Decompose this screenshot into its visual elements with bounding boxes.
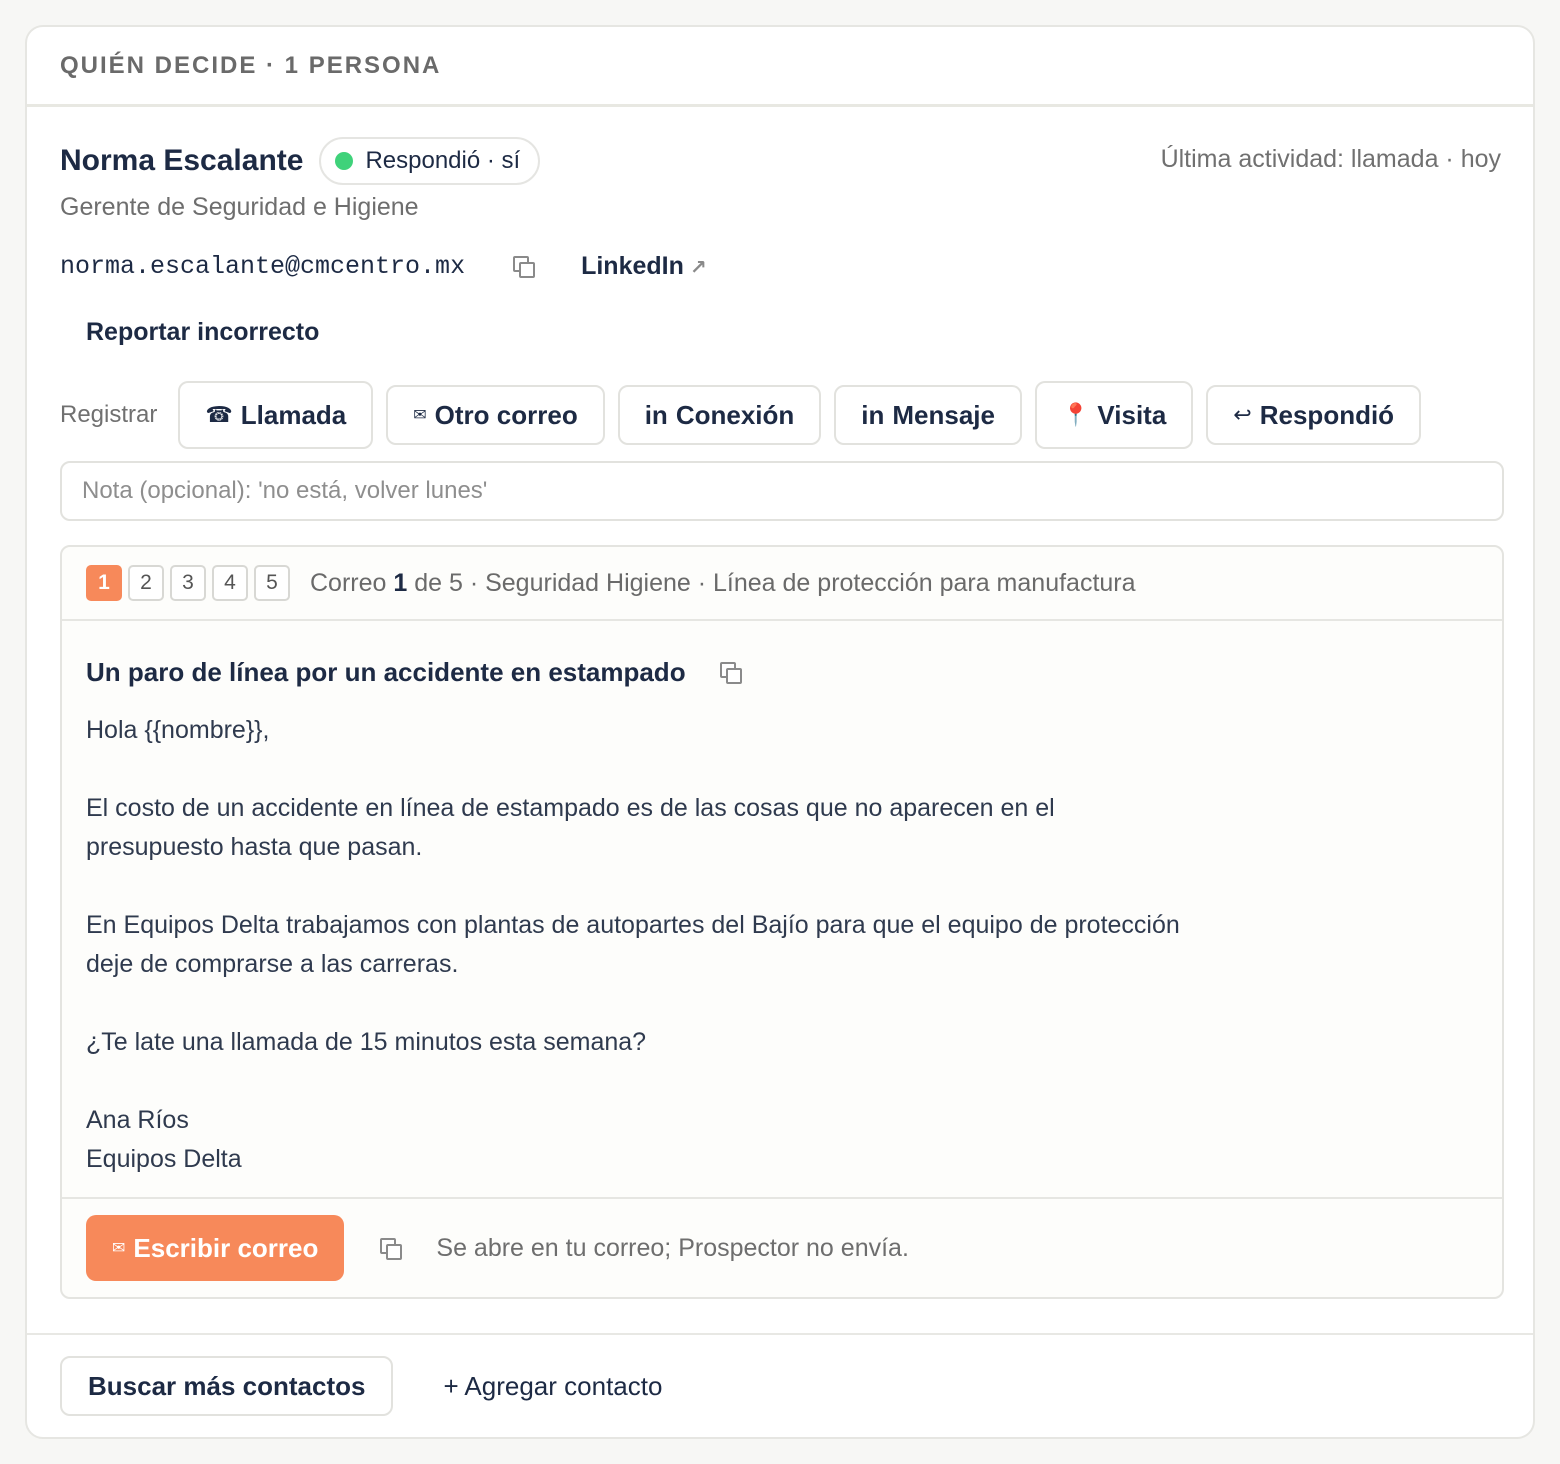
register-replied-label: Respondió <box>1259 399 1395 430</box>
contact-links-row: norma.escalante@cmcentro.mx LinkedIn ↗ <box>60 246 1500 286</box>
register-message-label: Mensaje <box>892 399 995 430</box>
sequence-prefix: Correo <box>310 568 387 597</box>
subject-row: Un paro de línea por un accidente en est… <box>86 655 1478 689</box>
sequence-current: 1 <box>393 568 408 597</box>
last-activity: Última actividad: llamada · hoy <box>1160 145 1501 173</box>
sequence-suffix: de 5 · Seguridad Higiene · Línea de prot… <box>414 568 1136 597</box>
report-incorrect-button[interactable]: Reportar incorrecto <box>86 318 319 347</box>
decision-maker-card: QUIÉN DECIDE · 1 PERSONA Norma Escalante… <box>25 25 1535 1439</box>
find-more-contacts-button[interactable]: Buscar más contactos <box>60 1356 394 1416</box>
write-email-button[interactable]: ✉ Escribir correo <box>86 1215 345 1281</box>
contact-name: Norma Escalante <box>60 144 304 177</box>
section-header: QUIÉN DECIDE · 1 PERSONA <box>27 27 1533 107</box>
email-sequence-panel: 1 2 3 4 5 Correo 1 de 5 · Seguridad Higi… <box>60 545 1504 1299</box>
email-actions: ✉ Escribir correo Se abre en tu correo; … <box>62 1197 1502 1297</box>
linkedin-link[interactable]: LinkedIn ↗ <box>581 252 707 281</box>
sequence-label: Correo 1 de 5 · Seguridad Higiene · Líne… <box>310 569 1136 598</box>
register-label: Registrar <box>60 401 158 428</box>
register-visit-label: Visita <box>1097 399 1167 430</box>
copy-email-icon[interactable] <box>513 256 536 278</box>
linkedin-icon: in <box>644 399 668 430</box>
register-row: Registrar ☎ Llamada ✉ Otro correo in Con… <box>60 381 1500 449</box>
status-badge: Respondió · sí <box>319 137 541 185</box>
reply-icon: ↩ <box>1233 402 1252 427</box>
linkedin-label: LinkedIn <box>581 251 684 280</box>
copy-subject-icon[interactable] <box>719 662 742 684</box>
email-footer-note: Se abre en tu correo; Prospector no enví… <box>436 1233 909 1262</box>
register-message-button[interactable]: in Mensaje <box>834 385 1022 445</box>
step-3-button[interactable]: 3 <box>170 565 206 601</box>
register-replied-button[interactable]: ↩ Respondió <box>1206 385 1422 445</box>
register-other-email-button[interactable]: ✉ Otro correo <box>386 385 605 445</box>
register-connection-label: Conexión <box>675 399 795 430</box>
step-1-button[interactable]: 1 <box>86 565 122 601</box>
register-call-label: Llamada <box>240 399 347 430</box>
register-call-button[interactable]: ☎ Llamada <box>178 381 374 449</box>
card-footer: Buscar más contactos + Agregar contacto <box>27 1333 1533 1437</box>
contact-email: norma.escalante@cmcentro.mx <box>60 251 466 281</box>
section-title: QUIÉN DECIDE · 1 PERSONA <box>60 51 442 79</box>
note-input[interactable] <box>60 461 1504 521</box>
copy-email-body-icon[interactable] <box>380 1238 403 1260</box>
mail-icon: ✉ <box>413 407 427 424</box>
email-content: Un paro de línea por un accidente en est… <box>62 621 1502 1179</box>
email-sequence-header: 1 2 3 4 5 Correo 1 de 5 · Seguridad Higi… <box>62 547 1502 621</box>
status-label: Respondió · sí <box>365 147 521 174</box>
email-body: Hola {{nombre}}, El costo de un accident… <box>86 716 1180 1173</box>
pin-icon: 📍 <box>1061 402 1090 427</box>
status-dot-icon <box>335 152 354 170</box>
step-4-button[interactable]: 4 <box>212 565 248 601</box>
add-contact-button[interactable]: + Agregar contacto <box>443 1371 662 1402</box>
external-link-icon: ↗ <box>689 256 707 279</box>
register-visit-button[interactable]: 📍 Visita <box>1034 381 1194 449</box>
email-subject: Un paro de línea por un accidente en est… <box>86 656 686 687</box>
linkedin-icon: in <box>861 399 885 430</box>
write-email-label: Escribir correo <box>133 1232 319 1263</box>
mail-icon: ✉ <box>112 1240 126 1257</box>
register-connection-button[interactable]: in Conexión <box>617 385 822 445</box>
phone-icon: ☎ <box>205 402 233 427</box>
step-5-button[interactable]: 5 <box>254 565 290 601</box>
contact-block: Norma Escalante Respondió · sí Última ac… <box>27 137 1533 1299</box>
step-2-button[interactable]: 2 <box>128 565 164 601</box>
register-other-email-label: Otro correo <box>434 399 578 430</box>
contact-role: Gerente de Seguridad e Higiene <box>60 193 419 221</box>
